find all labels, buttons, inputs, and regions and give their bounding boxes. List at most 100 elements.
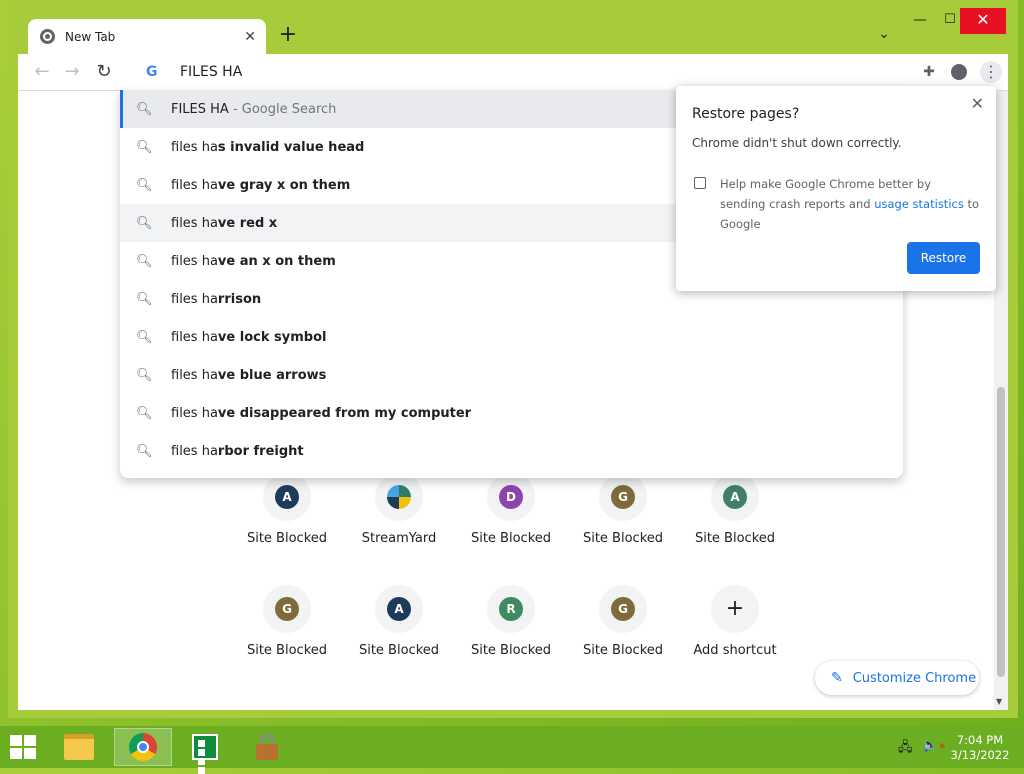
address-bar[interactable]: G FILES HA xyxy=(128,54,910,90)
shortcut-label: Site Blocked xyxy=(246,531,328,546)
customize-chrome-label: Customize Chrome xyxy=(852,670,977,686)
suggestion-typed-text: files ha xyxy=(171,291,218,307)
scroll-down-arrow-icon[interactable]: ▼ xyxy=(996,697,1002,706)
customize-chrome-button[interactable]: ✎ Customize Chrome xyxy=(815,661,979,695)
chrome-favicon-icon xyxy=(40,29,55,44)
crash-reports-checkbox[interactable] xyxy=(694,177,706,189)
scrollbar-thumb[interactable] xyxy=(997,387,1005,677)
windows-start-icon[interactable] xyxy=(10,735,36,759)
shortcut-tile[interactable]: G Site Blocked xyxy=(567,473,679,573)
suggestion-completion-text: ve gray x on them xyxy=(217,177,351,193)
letter-avatar-icon: A xyxy=(275,485,299,509)
bubble-close-icon[interactable]: ✕ xyxy=(971,94,984,113)
system-clock[interactable]: 7:04 PM 3/13/2022 xyxy=(948,733,1012,763)
bubble-message: Chrome didn't shut down correctly. xyxy=(692,136,902,150)
extensions-puzzle-icon[interactable]: ✚ xyxy=(918,61,940,83)
minimize-button[interactable]: — xyxy=(908,8,932,34)
streamyard-icon xyxy=(387,485,411,509)
restore-pages-bubble: Restore pages? ✕ Chrome didn't shut down… xyxy=(676,86,996,291)
address-bar-text[interactable]: FILES HA xyxy=(180,64,242,80)
shortcut-tile[interactable]: StreamYard xyxy=(343,473,455,573)
letter-avatar-icon: G xyxy=(275,597,299,621)
close-window-button[interactable]: ✕ xyxy=(960,8,1006,34)
padlock-icon xyxy=(256,734,278,760)
shortcut-label: Add shortcut xyxy=(693,643,777,658)
suggestion-typed-text: files ha xyxy=(171,405,218,421)
shortcut-label: Site Blocked xyxy=(582,531,664,546)
title-bar: New Tab ✕ + ⌄ — ☐ ✕ xyxy=(8,0,1018,54)
forward-arrow-icon[interactable]: → xyxy=(60,60,84,84)
shortcut-icon-wrap: A xyxy=(263,473,311,521)
suggestion-completion-text: rbor freight xyxy=(217,443,304,459)
tab-search-chevron-icon[interactable]: ⌄ xyxy=(874,26,894,46)
search-icon: 🔍︎ xyxy=(136,253,153,269)
taskbar-chrome[interactable] xyxy=(114,728,172,766)
taskbar-store[interactable] xyxy=(176,728,234,774)
shortcut-icon-wrap: G xyxy=(599,473,647,521)
tab-close-icon[interactable]: ✕ xyxy=(244,29,256,45)
suggestion-row[interactable]: 🔍︎ files ha ve lock symbol xyxy=(120,318,903,356)
suggestion-completion-text: ve lock symbol xyxy=(217,329,327,345)
suggestion-completion-text: ve an x on them xyxy=(217,253,336,269)
maximize-button[interactable]: ☐ xyxy=(938,8,962,34)
clock-date: 3/13/2022 xyxy=(950,748,1010,762)
suggestion-completion-text: ve red x xyxy=(217,215,278,231)
volume-muted-icon[interactable]: 🔈✕ xyxy=(922,738,946,753)
shortcut-icon-wrap: G xyxy=(263,585,311,633)
suggestion-completion-text: ve disappeared from my computer xyxy=(217,405,472,421)
search-icon: 🔍︎ xyxy=(136,367,153,383)
shortcut-label: Site Blocked xyxy=(358,643,440,658)
suggestion-typed-text: files ha xyxy=(171,443,218,459)
restore-button[interactable]: Restore xyxy=(907,242,980,274)
profile-avatar-icon[interactable] xyxy=(948,61,970,83)
shortcut-tile[interactable]: A Site Blocked xyxy=(231,473,343,573)
pencil-icon: ✎ xyxy=(831,670,843,686)
back-arrow-icon[interactable]: ← xyxy=(30,60,54,84)
page-scrollbar[interactable]: ▼ xyxy=(994,91,1008,710)
letter-avatar-icon: G xyxy=(611,597,635,621)
reload-icon[interactable]: ↻ xyxy=(92,60,116,84)
taskbar-lock-app[interactable] xyxy=(238,728,296,766)
shortcut-icon-wrap xyxy=(375,473,423,521)
suggestion-row[interactable]: 🔍︎ files ha ve blue arrows xyxy=(120,356,903,394)
new-tab-button[interactable]: + xyxy=(276,24,300,48)
letter-avatar-icon: A xyxy=(723,485,747,509)
search-icon: 🔍︎ xyxy=(136,443,153,459)
shortcut-tile[interactable]: G Site Blocked xyxy=(567,585,679,685)
google-g-icon: G xyxy=(146,64,158,80)
chrome-menu-icon[interactable]: ⋮ xyxy=(980,61,1002,83)
search-icon: 🔍︎ xyxy=(136,177,153,193)
windows-taskbar: 🖧 🔈✕ 7:04 PM 3/13/2022 xyxy=(0,726,1024,774)
tab-new-tab[interactable]: New Tab ✕ xyxy=(28,19,266,54)
suggestion-typed-text: files ha xyxy=(171,253,218,269)
suggestion-typed-text: files ha xyxy=(171,367,218,383)
letter-avatar-icon: G xyxy=(611,485,635,509)
search-icon: 🔍︎ xyxy=(136,101,153,117)
shortcut-tile[interactable]: D Site Blocked xyxy=(455,473,567,573)
suggestion-row[interactable]: 🔍︎ files ha rbor freight xyxy=(120,432,903,470)
clock-time: 7:04 PM xyxy=(956,733,1004,747)
network-icon[interactable]: 🖧 xyxy=(898,738,913,760)
shortcut-label: Site Blocked xyxy=(694,531,776,546)
suggestion-typed-text: files ha xyxy=(171,329,218,345)
shortcut-label: Site Blocked xyxy=(470,531,552,546)
file-explorer-icon xyxy=(64,734,94,760)
suggestion-typed-text: FILES HA xyxy=(171,101,229,117)
shortcut-tile[interactable]: R Site Blocked xyxy=(455,585,567,685)
search-icon: 🔍︎ xyxy=(136,405,153,421)
taskbar-file-explorer[interactable] xyxy=(50,728,108,766)
suggestion-row[interactable]: 🔍︎ files ha ve disappeared from my compute… xyxy=(120,394,903,432)
letter-avatar-icon: R xyxy=(499,597,523,621)
add-shortcut-tile[interactable]: + Add shortcut xyxy=(679,585,791,685)
shortcut-tile[interactable]: A Site Blocked xyxy=(343,585,455,685)
suggestion-completion-text: ve blue arrows xyxy=(217,367,327,383)
suggestion-typed-text: files ha xyxy=(171,215,218,231)
shortcut-tile[interactable]: A Site Blocked xyxy=(679,473,791,573)
shortcut-tile[interactable]: G Site Blocked xyxy=(231,585,343,685)
search-icon: 🔍︎ xyxy=(136,215,153,231)
store-icon xyxy=(192,734,218,774)
search-icon: 🔍︎ xyxy=(136,139,153,155)
shortcut-icon-wrap: R xyxy=(487,585,535,633)
shortcut-label: Site Blocked xyxy=(582,643,664,658)
usage-statistics-link[interactable]: usage statistics xyxy=(874,197,964,211)
